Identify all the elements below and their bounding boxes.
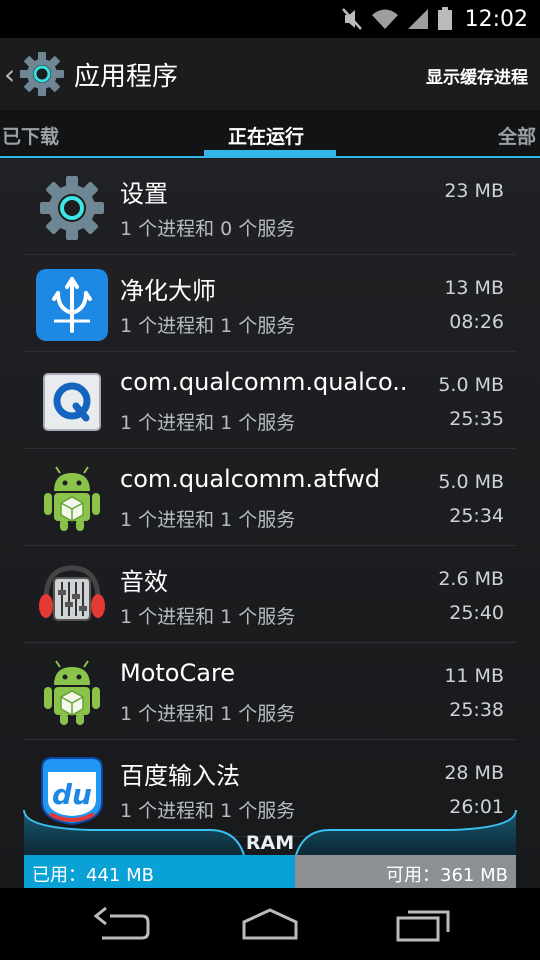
android-package-icon (44, 466, 100, 531)
app-name: com.qualcomm.qualco.. (120, 368, 408, 396)
app-run-time: 08:26 (449, 311, 504, 333)
tab-all[interactable]: 全部 (498, 122, 536, 149)
ram-used-label: 已用：441 MB (32, 865, 154, 886)
app-process-summary: 1 个进程和 1 个服务 (120, 315, 296, 337)
show-cached-processes-button[interactable]: 显示缓存进程 (426, 63, 528, 88)
android-package-icon (44, 660, 100, 725)
app-memory-size: 5.0 MB (438, 471, 504, 493)
app-name: com.qualcomm.atfwd (120, 465, 380, 493)
app-name: MotoCare (120, 659, 236, 687)
app-name: 音效 (120, 568, 168, 596)
navigation-bar (0, 888, 540, 960)
list-item[interactable]: com.qualcomm.atfwd 1 个进程和 1 个服务 5.0 MB 2… (24, 449, 516, 546)
up-navigation-chevron-icon[interactable]: ‹ (4, 58, 15, 91)
app-memory-size: 5.0 MB (438, 374, 504, 396)
app-process-summary: 1 个进程和 1 个服务 (120, 412, 296, 434)
list-item[interactable]: MotoCare 1 个进程和 1 个服务 11 MB 25:38 (24, 643, 516, 740)
qualcomm-q-icon (43, 373, 101, 431)
app-process-summary: 1 个进程和 1 个服务 (120, 509, 296, 531)
app-process-summary: 1 个进程和 1 个服务 (120, 703, 296, 725)
list-item[interactable]: 音效 1 个进程和 1 个服务 2.6 MB 25:40 (24, 546, 516, 643)
app-memory-size: 28 MB (444, 762, 504, 784)
ram-usage-panel: RAM 已用：441 MB 可用：361 MB (0, 810, 540, 890)
app-memory-size: 23 MB (444, 180, 504, 202)
equalizer-headphones-icon (39, 565, 105, 621)
list-item[interactable]: com.qualcomm.qualco.. 1 个进程和 1 个服务 5.0 M… (24, 352, 516, 449)
ram-usage-bar: 已用：441 MB 可用：361 MB (24, 855, 516, 890)
app-process-summary: 1 个进程和 0 个服务 (120, 218, 296, 240)
ram-label: RAM (245, 832, 295, 854)
app-name: 净化大师 (120, 277, 216, 305)
status-bar: 12:02 (0, 0, 540, 38)
running-apps-list: 设置 1 个进程和 0 个服务 23 MB 净化大师 1 个进程和 1 个服务 … (0, 158, 540, 888)
svg-text:du: du (52, 778, 92, 811)
tab-indicator (204, 150, 336, 156)
app-run-time: 25:35 (449, 408, 504, 430)
status-icons: 12:02 (341, 6, 528, 32)
wifi-icon (371, 9, 398, 29)
app-run-time: 25:38 (449, 699, 504, 721)
action-bar: ‹ 应用程序 显示缓存进程 (0, 38, 540, 110)
app-memory-size: 13 MB (444, 277, 504, 299)
app-run-time: 25:40 (449, 602, 504, 624)
list-item[interactable]: 净化大师 1 个进程和 1 个服务 13 MB 08:26 (24, 255, 516, 352)
back-arrow-icon[interactable] (80, 904, 160, 944)
app-run-time: 25:34 (449, 505, 504, 527)
settings-gear-icon[interactable] (18, 50, 66, 98)
app-name: 设置 (120, 180, 168, 208)
tab-running[interactable]: 正在运行 (228, 122, 304, 149)
app-memory-size: 2.6 MB (438, 568, 504, 590)
battery-icon (437, 7, 452, 30)
mute-icon (341, 8, 362, 30)
home-icon[interactable] (230, 904, 310, 944)
status-time: 12:02 (464, 6, 528, 32)
settings-gear-icon (40, 176, 104, 240)
app-memory-size: 11 MB (444, 665, 504, 687)
ram-free-label: 可用：361 MB (386, 865, 508, 886)
page-title: 应用程序 (74, 62, 179, 92)
trident-icon (36, 269, 108, 341)
list-item[interactable]: 设置 1 个进程和 0 个服务 23 MB (24, 158, 516, 255)
tab-downloaded[interactable]: 已下载 (2, 122, 59, 149)
tab-strip: 已下载 正在运行 全部 (0, 110, 540, 158)
app-name: 百度输入法 (120, 762, 240, 790)
signal-icon (407, 9, 428, 29)
app-process-summary: 1 个进程和 1 个服务 (120, 606, 296, 628)
recent-apps-icon[interactable] (384, 904, 464, 944)
